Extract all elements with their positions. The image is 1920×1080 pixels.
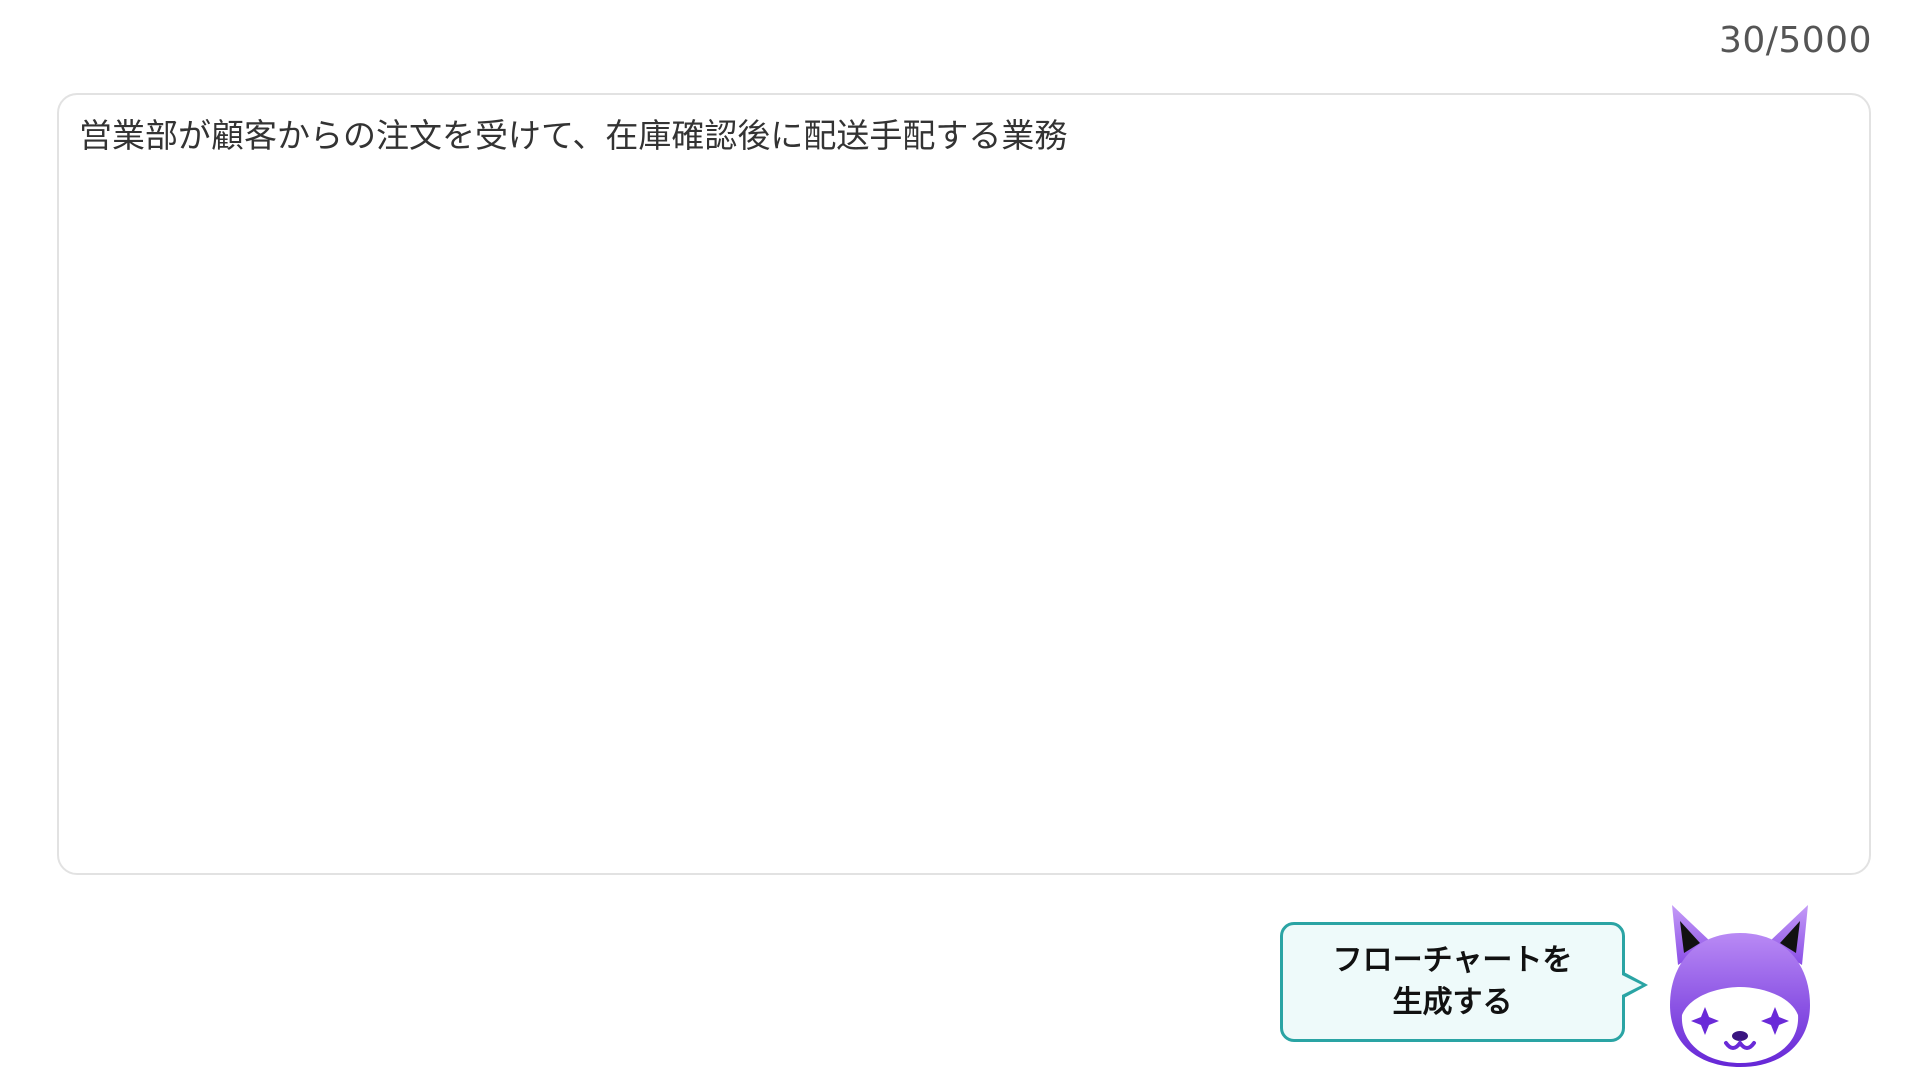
generate-flowchart-button[interactable]: フローチャートを 生成する xyxy=(1280,922,1648,1042)
character-counter: 30/5000 xyxy=(1718,20,1872,61)
generate-area: フローチャートを 生成する xyxy=(1280,895,1840,1075)
flowchart-generator-page: 30/5000 営業部が顧客からの注文を受けて、在庫確認後に配送手配する業務 フ… xyxy=(0,0,1920,1080)
fox-mascot-icon[interactable] xyxy=(1660,895,1820,1075)
generate-flowchart-label: フローチャートを 生成する xyxy=(1332,943,1573,1020)
description-textarea[interactable]: 営業部が顧客からの注文を受けて、在庫確認後に配送手配する業務 xyxy=(57,93,1871,875)
